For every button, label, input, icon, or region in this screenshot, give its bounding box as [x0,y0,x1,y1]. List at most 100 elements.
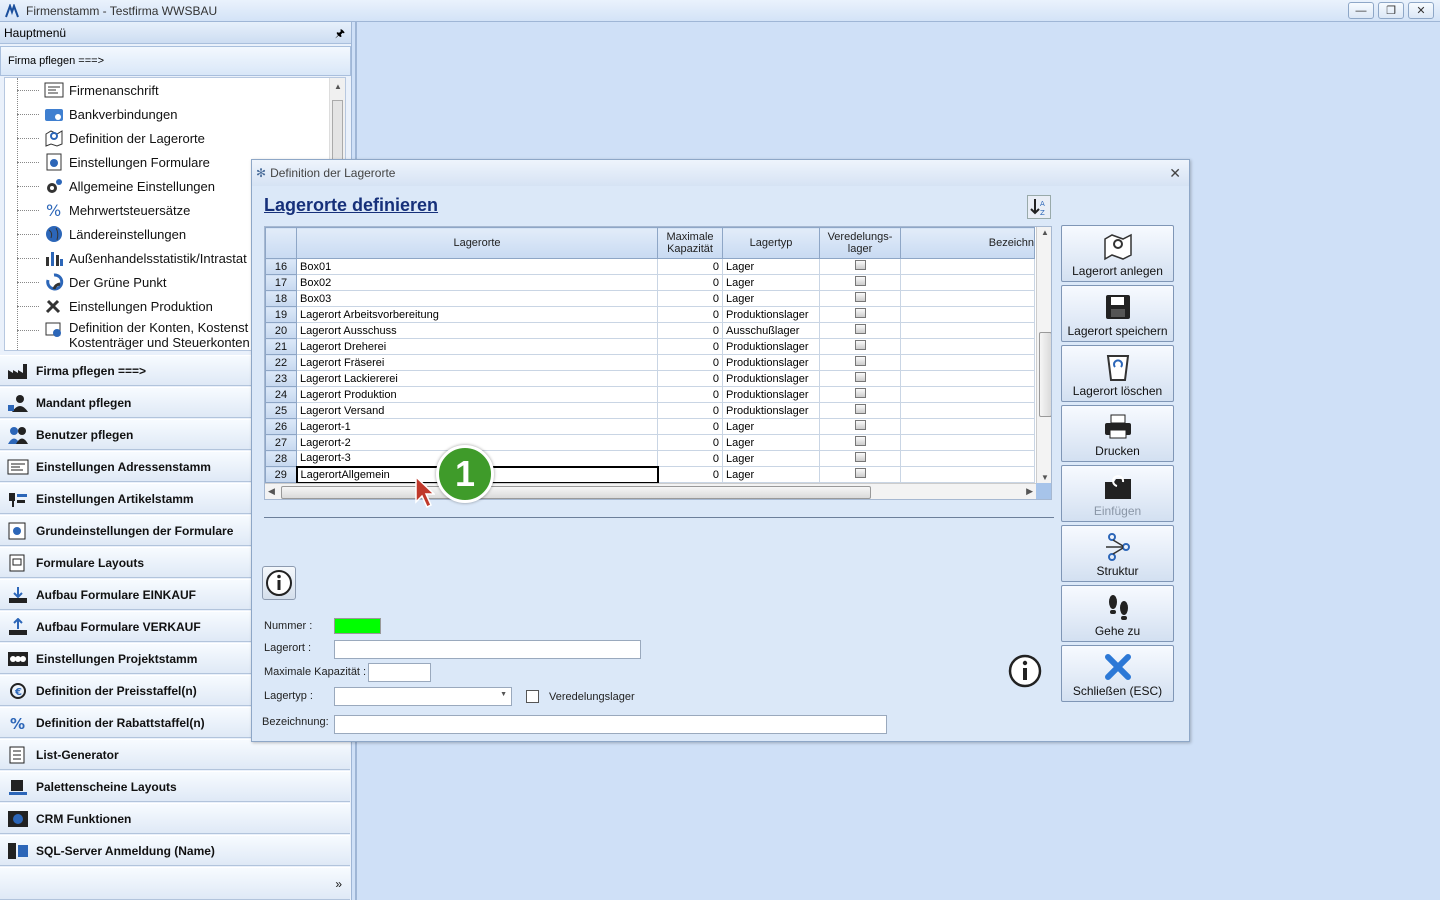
veredelung-checkbox[interactable] [854,436,866,446]
close-window-button[interactable]: ✕ [1408,2,1434,19]
veredelung-checkbox[interactable] [854,324,866,334]
cell-lagerort[interactable]: Lagerort Ausschuss [296,322,658,339]
row-number[interactable]: 25 [265,402,297,419]
cell-kapazitaet[interactable]: 0 [657,450,723,467]
cell-lagertyp[interactable]: Lager [722,274,820,291]
cell-veredelung[interactable] [819,370,901,387]
cell-kapazitaet[interactable]: 0 [657,466,723,483]
restore-button[interactable]: ❐ [1378,2,1404,19]
lagerort-speichern-button[interactable]: Lagerort speichern [1061,285,1174,342]
cell-kapazitaet[interactable]: 0 [657,338,723,355]
cell-veredelung[interactable] [819,274,901,291]
lagertyp-select[interactable]: ▼ [334,687,512,706]
table-row[interactable]: 19 Lagerort Arbeitsvorbereitung 0 Produktio… [265,306,1035,323]
bezeichnung-input[interactable] [334,715,887,734]
einfuegen-button[interactable]: Einfügen [1061,465,1174,522]
cell-bezeichnung[interactable] [900,258,1035,275]
cell-lagerort[interactable]: Lagerort Lackiererei [296,370,658,387]
cell-veredelung[interactable] [819,466,901,483]
sort-az-icon[interactable]: AZ [1027,195,1051,219]
cell-kapazitaet[interactable]: 0 [657,402,723,419]
pin-icon[interactable]: 🖈 [335,25,345,44]
cell-lagertyp[interactable]: Produktionslager [722,354,820,371]
col-header-lagertyp[interactable]: Lagertyp [722,227,820,259]
cell-kapazitaet[interactable]: 0 [657,290,723,307]
lagerort-input[interactable] [334,640,641,659]
cell-kapazitaet[interactable]: 0 [657,306,723,323]
cell-veredelung[interactable] [819,322,901,339]
table-row[interactable]: 24 Lagerort Produktion 0 Produktionslager [265,386,1035,403]
cell-kapazitaet[interactable]: 0 [657,370,723,387]
minimize-button[interactable]: — [1348,2,1374,19]
row-number[interactable]: 29 [265,466,297,483]
row-number[interactable]: 17 [265,274,297,291]
info-button-left[interactable] [262,566,296,600]
veredelung-checkbox[interactable] [854,452,866,462]
cell-bezeichnung[interactable] [900,322,1035,339]
gehe-zu-button[interactable]: Gehe zu [1061,585,1174,642]
cell-lagertyp[interactable]: Lager [722,418,820,435]
cell-veredelung[interactable] [819,290,901,307]
cell-lagerort[interactable]: Box02 [296,274,658,291]
table-row[interactable]: 25 Lagerort Versand 0 Produktionslager [265,402,1035,419]
cell-lagerort[interactable]: Lagerort Dreherei [296,338,658,355]
veredelung-checkbox[interactable] [854,292,866,302]
cell-lagertyp[interactable]: Produktionslager [722,306,820,323]
veredelung-checkbox[interactable] [854,468,866,478]
schliessen-button[interactable]: Schließen (ESC) [1061,645,1174,702]
table-row[interactable]: 29 LagerortAllgemein 0 Lager [265,465,1035,484]
cell-lagerort[interactable]: Box03 [296,290,658,307]
cell-lagerort[interactable]: Lagerort-1 [296,418,658,435]
row-number[interactable]: 26 [265,418,297,435]
col-header-veredelung[interactable]: Veredelungs-lager [819,227,901,259]
veredelungslager-checkbox[interactable] [526,690,539,703]
lagerort-anlegen-button[interactable]: Lagerort anlegen [1061,225,1174,282]
cell-veredelung[interactable] [819,386,901,403]
cell-veredelung[interactable] [819,418,901,435]
lagerort-loeschen-button[interactable]: Lagerort löschen [1061,345,1174,402]
veredelung-checkbox[interactable] [854,404,866,414]
tree-item-bankverbindungen[interactable]: Bankverbindungen [5,102,177,126]
cell-lagertyp[interactable]: Produktionslager [722,402,820,419]
cell-lagertyp[interactable]: Ausschußlager [722,322,820,339]
tree-item-firmenanschrift[interactable]: Firmenanschrift [5,78,159,102]
cell-lagerort[interactable]: Lagerort Produktion [296,386,658,403]
cell-lagerort[interactable]: Lagerort Fräserei [296,354,658,371]
veredelung-checkbox[interactable] [854,372,866,382]
tree-item-lagerorte[interactable]: Definition der Lagerorte [5,126,205,150]
table-row[interactable]: 26 Lagerort-1 0 Lager [265,418,1035,435]
cell-bezeichnung[interactable] [900,466,1035,483]
row-number[interactable]: 22 [265,354,297,371]
nav-more-chevron[interactable]: » [0,867,350,900]
veredelung-checkbox[interactable] [854,276,866,286]
table-row[interactable]: 16 Box01 0 Lager [265,258,1035,275]
cell-lagertyp[interactable]: Produktionslager [722,386,820,403]
cell-veredelung[interactable] [819,434,901,451]
cell-lagertyp[interactable]: Lager [722,258,820,275]
cell-lagertyp[interactable]: Lager [722,450,820,467]
row-number[interactable]: 19 [265,306,297,323]
cell-bezeichnung[interactable] [900,434,1035,451]
tree-item-konten[interactable]: Definition der Konten, Kostenst Kostenträ… [5,318,250,350]
table-row[interactable]: 18 Box03 0 Lager [265,290,1035,307]
cell-veredelung[interactable] [819,354,901,371]
row-number[interactable]: 21 [265,338,297,355]
veredelung-checkbox[interactable] [854,388,866,398]
cell-lagertyp[interactable]: Lager [722,290,820,307]
row-number[interactable]: 18 [265,290,297,307]
drucken-button[interactable]: Drucken [1061,405,1174,462]
cell-bezeichnung[interactable] [900,306,1035,323]
tree-item-mwst[interactable]: % Mehrwertsteuersätze [5,198,190,222]
dialog-close-icon[interactable]: ✕ [1169,165,1181,182]
struktur-button[interactable]: Struktur [1061,525,1174,582]
cell-bezeichnung[interactable] [900,418,1035,435]
table-row[interactable]: 28 Lagerort-3 0 Lager [265,450,1035,467]
cell-lagerort[interactable]: Lagerort Versand [296,402,658,419]
tree-item-allgemein[interactable]: Allgemeine Einstellungen [5,174,215,198]
cell-veredelung[interactable] [819,402,901,419]
row-number[interactable]: 24 [265,386,297,403]
cell-bezeichnung[interactable] [900,338,1035,355]
veredelung-checkbox[interactable] [854,308,866,318]
cell-veredelung[interactable] [819,258,901,275]
tree-item-aussenhandel[interactable]: Außenhandelsstatistik/Intrastat [5,246,247,270]
